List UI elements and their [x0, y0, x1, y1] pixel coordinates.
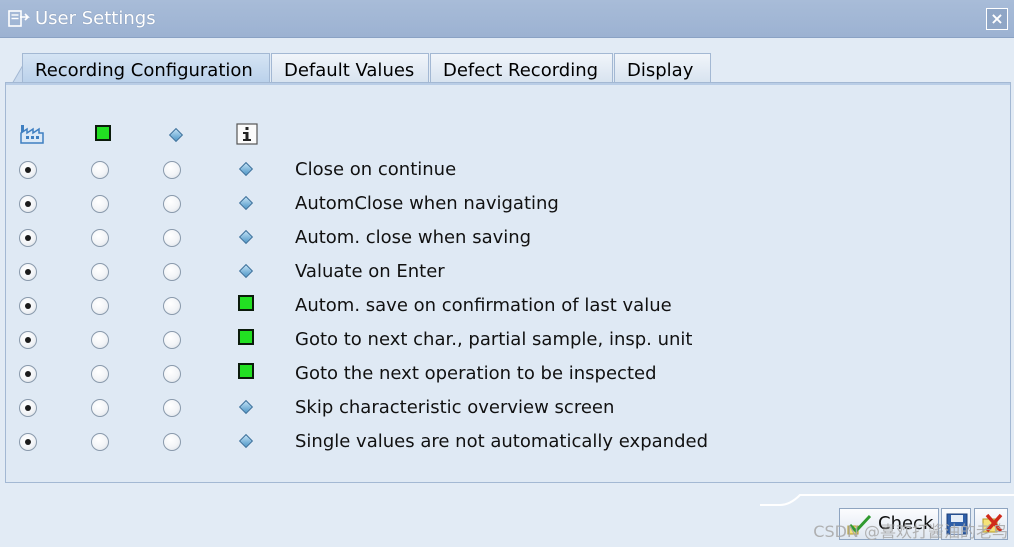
- setting-label: Autom. close when saving: [295, 227, 532, 248]
- tab-recording-configuration[interactable]: Recording Configuration: [22, 53, 270, 84]
- settings-window-icon: [8, 9, 30, 33]
- tab-default-values[interactable]: Default Values: [271, 53, 429, 84]
- tab-label: Default Values: [284, 60, 415, 81]
- radio-col3-row4[interactable]: [163, 263, 181, 281]
- setting-label: Goto the next operation to be inspected: [295, 363, 657, 384]
- radio-col2-row6[interactable]: [91, 331, 109, 349]
- radio-col1-row6[interactable]: [19, 331, 37, 349]
- radio-col1-row1[interactable]: [19, 161, 37, 179]
- radio-col2-row3[interactable]: [91, 229, 109, 247]
- setting-label: Autom. save on confirmation of last valu…: [295, 295, 672, 316]
- radio-col2-row4[interactable]: [91, 263, 109, 281]
- radio-col1-row3[interactable]: [19, 229, 37, 247]
- green-square-icon: [95, 125, 111, 141]
- radio-col3-row6[interactable]: [163, 331, 181, 349]
- info-icon: [236, 123, 258, 149]
- radio-col2-row8[interactable]: [91, 399, 109, 417]
- radio-col1-row4[interactable]: [19, 263, 37, 281]
- radio-col2-row5[interactable]: [91, 297, 109, 315]
- setting-label: Valuate on Enter: [295, 261, 445, 282]
- radio-col2-row7[interactable]: [91, 365, 109, 383]
- radio-col2-row1[interactable]: [91, 161, 109, 179]
- radio-col2-row9[interactable]: [91, 433, 109, 451]
- watermark-text: CSDN @喜欢打酱油的老鸟: [813, 522, 1008, 541]
- setting-label: Close on continue: [295, 159, 457, 180]
- radio-col1-row2[interactable]: [19, 195, 37, 213]
- setting-label: Skip characteristic overview screen: [295, 397, 615, 418]
- radio-col3-row9[interactable]: [163, 433, 181, 451]
- window-titlebar: User Settings ×: [0, 0, 1014, 38]
- window-close-button[interactable]: ×: [986, 8, 1008, 30]
- setting-label: AutomClose when navigating: [295, 193, 559, 214]
- recording-configuration-panel: [5, 82, 1011, 483]
- tab-defect-recording[interactable]: Defect Recording: [430, 53, 613, 84]
- radio-col3-row1[interactable]: [163, 161, 181, 179]
- tab-label: Defect Recording: [443, 60, 599, 81]
- radio-col1-row5[interactable]: [19, 297, 37, 315]
- radio-col3-row5[interactable]: [163, 297, 181, 315]
- setting-label: Single values are not automatically expa…: [295, 431, 708, 452]
- tab-label: Recording Configuration: [35, 60, 253, 81]
- radio-col1-row7[interactable]: [19, 365, 37, 383]
- footer-decoration: [760, 494, 1014, 506]
- tab-display[interactable]: Display: [614, 53, 711, 84]
- radio-col2-row2[interactable]: [91, 195, 109, 213]
- radio-col3-row3[interactable]: [163, 229, 181, 247]
- setting-label: Goto to next char., partial sample, insp…: [295, 329, 693, 350]
- green-square-icon: [238, 295, 254, 311]
- factory-icon: [19, 123, 45, 149]
- tab-label: Display: [627, 60, 694, 81]
- radio-col1-row8[interactable]: [19, 399, 37, 417]
- radio-col1-row9[interactable]: [19, 433, 37, 451]
- close-icon: ×: [990, 9, 1004, 28]
- diamond-icon: [168, 127, 184, 143]
- green-square-icon: [238, 329, 254, 345]
- window-title: User Settings: [35, 8, 156, 29]
- radio-col3-row7[interactable]: [163, 365, 181, 383]
- radio-col3-row2[interactable]: [163, 195, 181, 213]
- radio-col3-row8[interactable]: [163, 399, 181, 417]
- green-square-icon: [238, 363, 254, 379]
